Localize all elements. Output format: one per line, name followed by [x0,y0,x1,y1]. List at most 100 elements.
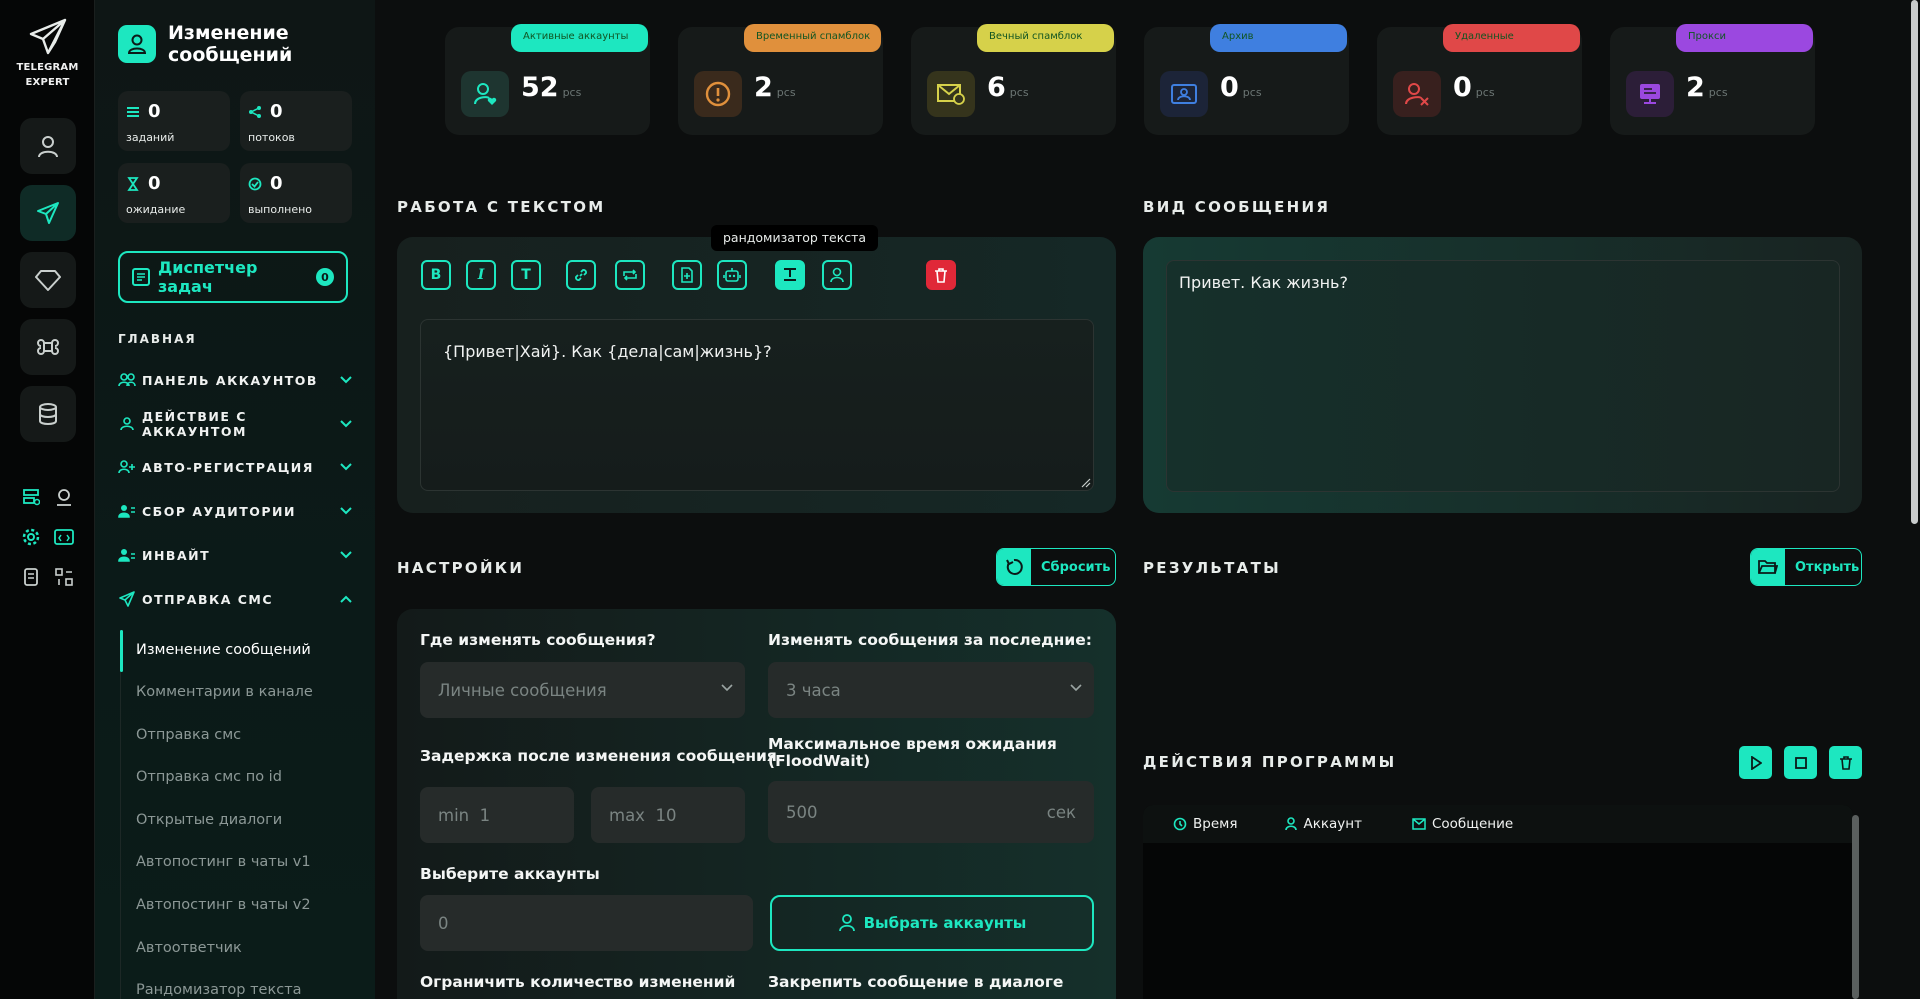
text-randomizer-icon [784,268,796,281]
submenu-item-open-dialogs[interactable]: Открытые диалоги [136,812,356,828]
database-icon [39,403,57,425]
column-message[interactable]: Сообщение [1412,816,1513,832]
card-perm-spamblock[interactable]: Вечный спамблок 6 pcs [911,24,1116,135]
column-account[interactable]: Аккаунт [1285,816,1362,832]
users-icon [118,371,136,389]
stop-button[interactable] [1784,746,1817,779]
insert-file-button[interactable] [672,260,702,290]
menu-item-account-action[interactable]: ДЕЙСТВИЕ С АККАУНТОМ [118,409,353,439]
card-label: Удаленные [1443,24,1580,52]
app-name-line1: TELEGRAM [16,62,79,73]
chevron-down-icon [721,684,733,692]
menu-item-invite[interactable]: ИНВАЙТ [118,541,353,569]
menu-item-accounts-panel[interactable]: ПАНЕЛЬ АККАУНТОВ [118,366,353,394]
submenu-item-text-randomizer[interactable]: Рандомизатор текста [136,982,356,998]
reset-button[interactable]: Сбросить [996,548,1116,586]
rail-command-button[interactable] [20,319,76,375]
menu-label: СБОР АУДИТОРИИ [142,503,296,519]
stat-tasks-value: 0 [148,101,161,122]
user-icon [118,25,156,63]
rail-accounts-button[interactable] [20,118,76,174]
pick-accounts-label: Выбрать аккаунты [863,914,1027,932]
card-value: 2 [1686,72,1705,103]
proxy-server-icon [1626,71,1674,117]
menu-item-auto-registration[interactable]: АВТО-РЕГИСТРАЦИЯ [118,453,353,481]
column-time[interactable]: Время [1173,816,1237,832]
card-temp-spamblock[interactable]: Временный спамблок 2 pcs [678,24,883,135]
user-icon [830,267,844,283]
card-unit: pcs [562,86,582,99]
document-list-icon[interactable] [20,566,42,588]
mail-blocked-icon [927,71,975,117]
menu-label: ИНВАЙТ [142,547,211,563]
delay-min-value: 1 [479,805,491,825]
stat-done-value: 0 [270,173,283,194]
gear-icon[interactable] [20,526,42,548]
stat-tasks: 0 заданий [118,91,230,151]
delay-max-input[interactable]: max 10 [591,787,745,843]
tooltip: рандомизатор текста [711,225,879,251]
clear-log-button[interactable] [1829,746,1862,779]
card-unit: pcs [1242,86,1262,99]
where-select[interactable]: Личные сообщения [420,662,745,718]
open-results-button[interactable]: Открыть [1750,548,1862,586]
stat-waiting: 0 ожидание [118,163,230,223]
icon-rail: TELEGRAM EXPERT [0,0,95,999]
stat-done: 0 выполнено [240,163,352,223]
log-scrollbar[interactable] [1852,815,1859,999]
chevron-down-icon [1070,684,1082,692]
code-window-icon[interactable] [53,526,75,548]
text-format-button[interactable]: T [511,260,541,290]
submenu-item-autoresponder[interactable]: Автоответчик [136,940,356,956]
actions-log: Время Аккаунт Сообщение [1143,805,1853,999]
rail-send-button[interactable] [20,185,76,241]
user-mention-button[interactable] [822,260,852,290]
card-label: Вечный спамблок [977,24,1114,52]
stat-threads-value: 0 [270,101,283,122]
delay-min-label: min [438,805,470,825]
grid-arrows-icon[interactable] [53,566,75,588]
card-archive[interactable]: Архив 0 pcs [1144,24,1349,135]
accounts-count-input[interactable]: 0 [420,895,753,951]
page-scrollbar[interactable] [1911,0,1918,524]
chevron-down-icon [340,376,352,384]
rail-database-button[interactable] [20,386,76,442]
play-button[interactable] [1739,746,1772,779]
submenu-item-channel-comments[interactable]: Комментарии в канале [136,684,356,700]
bot-button[interactable] [717,260,747,290]
floodwait-input[interactable]: 500 сек [768,781,1094,843]
task-manager-count: 0 [316,268,334,286]
submenu-item-autoposting-v1[interactable]: Автопостинг в чаты v1 [136,854,356,870]
server-settings-icon[interactable] [20,486,42,508]
where-select-value: Личные сообщения [438,680,607,700]
card-unit: pcs [1708,86,1728,99]
text-randomizer-button[interactable] [775,260,805,290]
submenu-item-edit-messages[interactable]: Изменение сообщений [136,642,356,658]
repeat-button[interactable] [615,260,645,290]
menu-item-sms-sending[interactable]: ОТПРАВКА СМС [118,585,353,613]
message-text-input[interactable]: {Привет|Хай}. Как {дела|сам|жизнь}? [420,319,1094,491]
period-select[interactable]: 3 часа [768,662,1094,718]
location-user-icon[interactable] [53,486,75,508]
italic-button[interactable]: I [466,260,496,290]
submenu-item-sms-sending[interactable]: Отправка смс [136,727,356,743]
delay-min-input[interactable]: min 1 [420,787,574,843]
card-deleted[interactable]: Удаленные 0 pcs [1377,24,1582,135]
card-proxy[interactable]: Прокси 2 pcs [1610,24,1815,135]
user-plus-icon [118,458,136,476]
task-manager-button[interactable]: Диспетчер задач 0 [118,251,348,303]
resize-handle-icon[interactable] [1081,478,1091,488]
menu-item-audience-collection[interactable]: СБОР АУДИТОРИИ [118,497,353,525]
bold-button[interactable]: B [421,260,451,290]
rail-premium-button[interactable] [20,252,76,308]
delete-text-button[interactable] [926,260,956,290]
card-active-accounts[interactable]: Активные аккаунты 52 pcs [445,24,650,135]
pick-accounts-button[interactable]: Выбрать аккаунты [770,895,1094,951]
menu-label: ПАНЕЛЬ АККАУНТОВ [142,372,318,388]
submenu-item-autoposting-v2[interactable]: Автопостинг в чаты v2 [136,897,356,913]
actions-heading: ДЕЙСТВИЯ ПРОГРАММЫ [1143,753,1397,771]
submenu-item-sms-by-id[interactable]: Отправка смс по id [136,769,356,785]
link-button[interactable] [566,260,596,290]
log-header: Время Аккаунт Сообщение [1143,805,1853,843]
app-logo: TELEGRAM EXPERT [0,18,95,90]
